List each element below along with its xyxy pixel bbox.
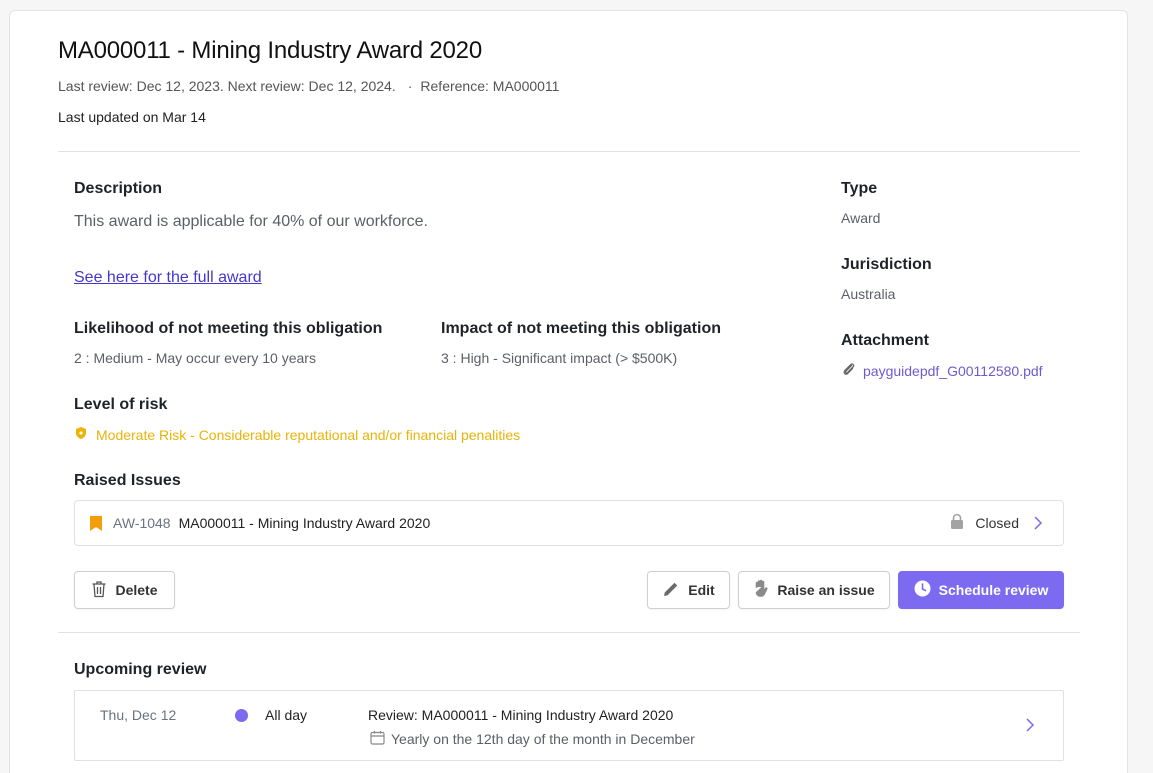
paperclip-icon — [841, 361, 857, 380]
review-title: Review: MA000011 - Mining Industry Award… — [368, 707, 674, 723]
reference: Reference: MA000011 — [420, 78, 560, 94]
risk-heading: Level of risk — [74, 396, 168, 413]
review-time: All day — [265, 707, 308, 723]
bookmark-icon — [89, 515, 103, 532]
edit-label: Edit — [688, 582, 715, 598]
hand-icon — [753, 579, 769, 601]
issue-title: MA000011 - Mining Industry Award 2020 — [178, 515, 431, 531]
edit-button[interactable]: Edit — [647, 571, 730, 609]
full-award-link[interactable]: See here for the full award — [74, 269, 262, 287]
obligation-card: MA000011 - Mining Industry Award 2020 La… — [9, 10, 1128, 773]
delete-button[interactable]: Delete — [74, 571, 175, 609]
likelihood-value: 2 : Medium - May occur every 10 years — [74, 350, 316, 366]
jurisdiction-heading: Jurisdiction — [841, 256, 932, 273]
risk-label: Moderate Risk - Considerable reputationa… — [96, 426, 521, 443]
issue-row[interactable]: AW-1048 MA000011 - Mining Industry Award… — [74, 500, 1064, 546]
recurrence-text: Yearly on the 12th day of the month in D… — [391, 731, 695, 747]
type-heading: Type — [841, 180, 878, 197]
trash-icon — [91, 580, 107, 601]
impact-heading: Impact of not meeting this obligation — [441, 320, 721, 337]
meta-separator: · — [407, 78, 413, 94]
description-text: This award is applicable for 40% of our … — [74, 213, 428, 230]
jurisdiction-value: Australia — [841, 286, 896, 302]
divider — [58, 632, 1080, 633]
description-heading: Description — [74, 180, 163, 197]
clock-icon — [914, 580, 931, 600]
chevron-right-icon[interactable] — [1025, 717, 1035, 738]
shield-icon — [74, 426, 88, 443]
divider — [58, 151, 1080, 152]
lock-icon — [949, 513, 965, 533]
event-dot — [235, 709, 248, 722]
likelihood-heading: Likelihood of not meeting this obligatio… — [74, 320, 383, 337]
review-info: Last review: Dec 12, 2023. Next review: … — [58, 78, 396, 94]
raise-issue-label: Raise an issue — [777, 582, 875, 598]
page-title: MA000011 - Mining Industry Award 2020 — [58, 37, 482, 64]
review-date: Thu, Dec 12 — [100, 707, 177, 723]
review-meta: Last review: Dec 12, 2023. Next review: … — [58, 78, 559, 94]
upcoming-review-row[interactable]: Thu, Dec 12 All day Review: MA000011 - M… — [74, 690, 1064, 761]
attachment-filename: payguidepdf_G00112580.pdf — [863, 362, 1043, 379]
review-recurrence: Yearly on the 12th day of the month in D… — [370, 730, 695, 748]
impact-value: 3 : High - Significant impact (> $500K) — [441, 350, 678, 366]
schedule-review-label: Schedule review — [938, 582, 1049, 598]
schedule-review-button[interactable]: Schedule review — [898, 571, 1064, 609]
issues-heading: Raised Issues — [74, 472, 181, 489]
raise-issue-button[interactable]: Raise an issue — [738, 571, 890, 609]
attachment-link[interactable]: payguidepdf_G00112580.pdf — [841, 361, 1043, 380]
issue-id: AW-1048 — [113, 515, 171, 531]
risk-value: Moderate Risk - Considerable reputationa… — [74, 426, 520, 443]
delete-label: Delete — [115, 582, 158, 598]
upcoming-heading: Upcoming review — [74, 661, 207, 678]
issue-status: Closed — [949, 513, 1019, 533]
calendar-icon — [370, 730, 385, 748]
last-updated: Last updated on Mar 14 — [58, 109, 206, 125]
issue-status-label: Closed — [975, 515, 1019, 531]
chevron-right-icon[interactable] — [1033, 515, 1043, 536]
pencil-icon — [662, 580, 680, 601]
attachment-heading: Attachment — [841, 332, 930, 349]
type-value: Award — [841, 210, 881, 226]
